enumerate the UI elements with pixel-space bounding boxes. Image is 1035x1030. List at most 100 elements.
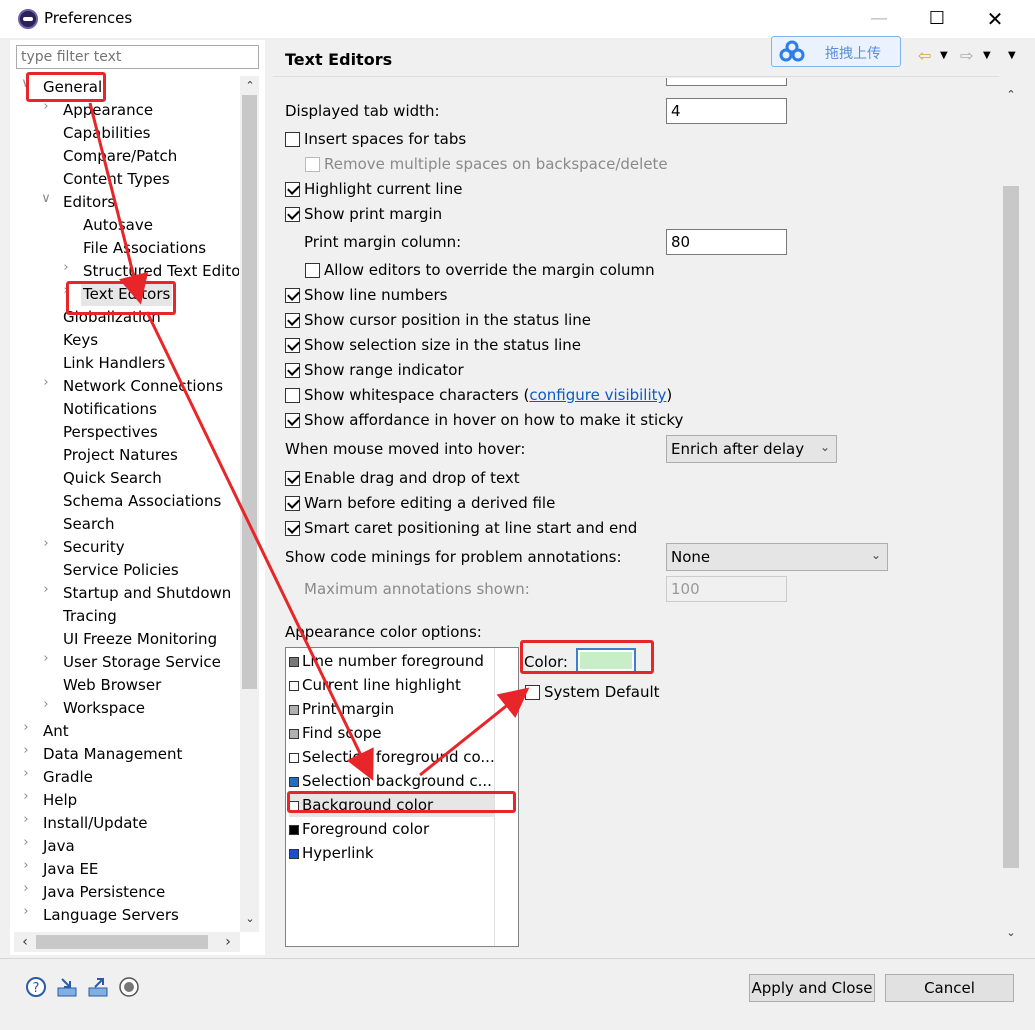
scroll-left-icon[interactable]: ‹ <box>17 934 33 950</box>
cancel-button[interactable]: Cancel <box>885 974 1014 1002</box>
configure-visibility-link[interactable]: configure visibility <box>529 386 666 404</box>
collapsed-chevron-icon[interactable]: › <box>20 812 32 835</box>
collapsed-chevron-icon[interactable]: › <box>60 260 72 283</box>
help-icon[interactable]: ? <box>25 976 47 998</box>
tree-item[interactable]: Web Browser <box>61 674 163 697</box>
tree-hscroll-thumb[interactable] <box>36 935 208 949</box>
collapsed-chevron-icon[interactable]: › <box>20 720 32 743</box>
tree-item[interactable]: Keys <box>61 329 100 352</box>
collapsed-chevron-icon[interactable]: › <box>20 789 32 812</box>
tree-item[interactable]: UI Freeze Monitoring <box>61 628 219 651</box>
smart-caret-checkbox[interactable] <box>285 521 300 536</box>
record-icon[interactable] <box>118 976 140 998</box>
tree-item[interactable]: Project Natures <box>61 444 180 467</box>
maximize-button[interactable]: ☐ <box>908 0 966 38</box>
close-button[interactable]: ✕ <box>966 0 1024 38</box>
code-minings-combo[interactable]: None ⌄ <box>666 543 888 571</box>
tree-item[interactable]: Appearance <box>61 99 155 122</box>
color-option-item[interactable]: Line number foreground <box>289 649 494 673</box>
show-selection-size-checkbox[interactable] <box>285 338 300 353</box>
color-option-item[interactable]: Foreground color <box>289 817 494 841</box>
highlight-line-checkbox[interactable] <box>285 182 300 197</box>
collapsed-chevron-icon[interactable]: › <box>40 375 52 398</box>
tree-item[interactable]: Capabilities <box>61 122 153 145</box>
show-whitespace-checkbox[interactable] <box>285 388 300 403</box>
tree-scroll-thumb[interactable] <box>242 95 257 689</box>
forward-arrow-icon[interactable]: ⇨ <box>960 46 973 65</box>
tree-item[interactable]: Security <box>61 536 127 559</box>
tree-item[interactable]: Schema Associations <box>61 490 223 513</box>
tree-item[interactable]: Java <box>41 835 77 858</box>
show-line-numbers-checkbox[interactable] <box>285 288 300 303</box>
insert-spaces-checkbox[interactable] <box>285 132 300 147</box>
color-option-item[interactable]: Find scope <box>289 721 494 745</box>
back-dropdown-icon[interactable]: ▼ <box>940 50 948 61</box>
export-icon[interactable] <box>87 976 109 998</box>
collapsed-chevron-icon[interactable]: › <box>40 536 52 559</box>
collapsed-chevron-icon[interactable]: › <box>20 858 32 881</box>
scroll-right-icon[interactable]: › <box>220 934 236 950</box>
tree-item[interactable]: File Associations <box>81 237 208 260</box>
expanded-chevron-icon[interactable]: ∨ <box>40 191 52 214</box>
tree-item[interactable]: Gradle <box>41 766 95 789</box>
tree-item[interactable]: Java Persistence <box>41 881 167 904</box>
tree-item[interactable]: User Storage Service <box>61 651 223 674</box>
apply-and-close-button[interactable]: Apply and Close <box>749 974 875 1002</box>
tree-item[interactable]: Data Management <box>41 743 184 766</box>
tree-item[interactable]: Service Policies <box>61 559 181 582</box>
print-margin-column-field[interactable]: 80 <box>666 229 787 255</box>
tree-item[interactable]: Network Connections <box>61 375 225 398</box>
tree-item[interactable]: Notifications <box>61 398 159 421</box>
hover-combo[interactable]: Enrich after delay ⌄ <box>666 435 837 463</box>
system-default-checkbox[interactable] <box>525 685 540 700</box>
show-cursor-position-checkbox[interactable] <box>285 313 300 328</box>
tree-item[interactable]: Search <box>61 513 117 536</box>
page-scroll-thumb[interactable] <box>1003 186 1019 868</box>
tree-item[interactable]: Quick Search <box>61 467 164 490</box>
back-arrow-icon[interactable]: ⇦ <box>918 46 931 65</box>
scroll-up-icon[interactable]: ⌃ <box>242 79 258 92</box>
scroll-down-icon[interactable]: ⌄ <box>242 912 258 925</box>
tree-item[interactable]: Help <box>41 789 79 812</box>
color-option-item[interactable]: Selection foreground co... <box>289 745 494 769</box>
show-print-margin-checkbox[interactable] <box>285 207 300 222</box>
color-option-item[interactable]: Current line highlight <box>289 673 494 697</box>
collapsed-chevron-icon[interactable]: › <box>40 582 52 605</box>
collapsed-chevron-icon[interactable]: › <box>40 651 52 674</box>
collapsed-chevron-icon[interactable]: › <box>40 697 52 720</box>
tree-item[interactable]: Install/Update <box>41 812 150 835</box>
drag-drop-checkbox[interactable] <box>285 471 300 486</box>
collapsed-chevron-icon[interactable]: › <box>40 99 52 122</box>
show-affordance-checkbox[interactable] <box>285 413 300 428</box>
tree-item[interactable]: Autosave <box>81 214 155 237</box>
collapsed-chevron-icon[interactable]: › <box>20 904 32 927</box>
tree-item[interactable]: Language Servers <box>41 904 181 927</box>
tree-item[interactable]: Link Handlers <box>61 352 167 375</box>
color-option-item[interactable]: Selection background c... <box>289 769 494 793</box>
show-range-indicator-checkbox[interactable] <box>285 363 300 378</box>
tree-item[interactable]: Startup and Shutdown <box>61 582 233 605</box>
collapsed-chevron-icon[interactable]: › <box>20 766 32 789</box>
tree-item[interactable]: Content Types <box>61 168 172 191</box>
tree-item[interactable]: Structured Text Editors <box>81 260 239 283</box>
forward-dropdown-icon[interactable]: ▼ <box>983 50 991 61</box>
color-option-item[interactable]: Print margin <box>289 697 494 721</box>
warn-derived-checkbox[interactable] <box>285 496 300 511</box>
color-option-item[interactable]: Hyperlink <box>289 841 494 865</box>
collapsed-chevron-icon[interactable]: › <box>20 743 32 766</box>
tree-item[interactable]: Compare/Patch <box>61 145 179 168</box>
page-scroll-down-icon[interactable]: ⌄ <box>1003 926 1019 939</box>
view-menu-icon[interactable]: ▼ <box>1008 50 1016 61</box>
tree-item[interactable]: Perspectives <box>61 421 160 444</box>
page-scroll-up-icon[interactable]: ⌃ <box>1003 88 1019 101</box>
tab-width-field[interactable]: 4 <box>666 98 787 124</box>
tree-item[interactable]: Ant <box>41 720 71 743</box>
collapsed-chevron-icon[interactable]: › <box>20 881 32 904</box>
filter-input[interactable] <box>16 45 259 69</box>
tree-item[interactable]: Tracing <box>61 605 119 628</box>
tree-item[interactable]: Editors <box>61 191 117 214</box>
collapsed-chevron-icon[interactable]: › <box>20 835 32 858</box>
import-icon[interactable] <box>56 976 78 998</box>
minimize-button[interactable]: — <box>850 0 908 38</box>
tree-item[interactable]: Workspace <box>61 697 147 720</box>
